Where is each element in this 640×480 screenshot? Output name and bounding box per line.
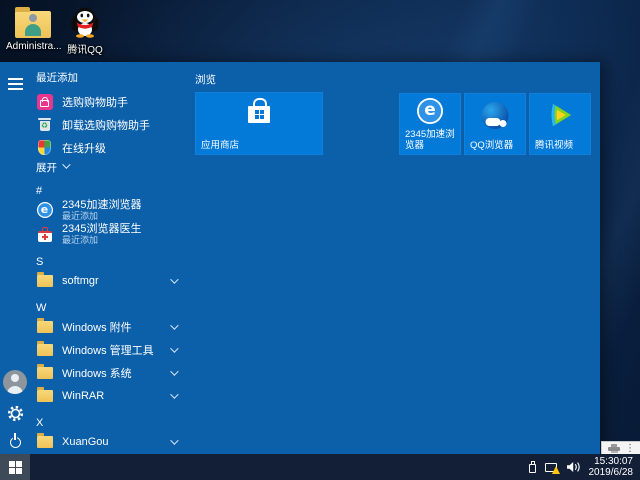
section-header-s[interactable]: S xyxy=(36,254,186,269)
chevron-down-icon xyxy=(170,321,178,329)
chevron-down-icon xyxy=(170,367,178,375)
usb-device-icon[interactable] xyxy=(529,464,536,473)
volume-icon[interactable] xyxy=(566,461,580,473)
first-aid-kit-icon xyxy=(37,227,52,242)
power-button[interactable] xyxy=(0,428,30,456)
tile-tencent-video[interactable]: 腾讯视频 xyxy=(529,93,591,155)
user-avatar-icon xyxy=(3,370,27,394)
section-header-w[interactable]: W xyxy=(36,300,186,315)
chevron-down-icon xyxy=(170,390,178,398)
app-item-2345-browser-doctor[interactable]: 2345浏览器医生 最近添加 xyxy=(36,222,186,246)
chevron-down-icon xyxy=(170,436,178,444)
folder-icon xyxy=(37,436,53,448)
folder-icon xyxy=(37,321,53,333)
chevron-down-icon xyxy=(170,344,178,352)
tile-qq-browser[interactable]: QQ浏览器 xyxy=(464,93,526,155)
printer-icon xyxy=(608,444,620,453)
qq-penguin-icon xyxy=(70,5,100,38)
windows-logo-icon xyxy=(9,461,22,474)
desktop-icon-label: Administra... xyxy=(6,41,60,52)
hamburger-icon xyxy=(8,78,23,80)
user-account-button[interactable] xyxy=(0,368,30,396)
microsoft-store-icon xyxy=(248,106,270,123)
folder-item-xuangou[interactable]: XuanGou xyxy=(36,430,186,453)
tiles-group-header: 浏览 xyxy=(195,72,216,87)
system-tray: 15:30:07 2019/6/28 xyxy=(529,454,640,480)
more-options-icon[interactable]: ⋮ xyxy=(625,444,635,454)
gear-icon xyxy=(7,405,24,422)
shopping-bag-icon xyxy=(37,94,53,110)
folder-item-windows-accessories[interactable]: Windows 附件 xyxy=(36,315,186,338)
taskbar: 15:30:07 2019/6/28 xyxy=(0,454,640,480)
expand-button[interactable]: 展开 xyxy=(36,159,186,175)
clock-date: 2019/6/28 xyxy=(589,467,634,479)
trash-recycle-icon: ♻ xyxy=(38,118,51,131)
2345-browser-icon: e xyxy=(417,98,443,124)
folder-item-winrar[interactable]: WinRAR xyxy=(36,384,186,407)
recently-added-header: 最近添加 xyxy=(36,70,186,84)
folder-item-softmgr[interactable]: softmgr xyxy=(36,269,186,292)
section-header-hash[interactable]: # xyxy=(36,183,186,198)
hamburger-menu-button[interactable] xyxy=(0,70,30,98)
power-icon xyxy=(10,437,21,448)
start-button[interactable] xyxy=(0,454,30,480)
clock-time: 15:30:07 xyxy=(589,456,634,468)
taskbar-clock[interactable]: 15:30:07 2019/6/28 xyxy=(589,456,636,479)
user-folder-icon xyxy=(15,11,51,38)
tile-2345-browser[interactable]: e 2345加速浏览器 xyxy=(399,93,461,155)
folder-icon xyxy=(37,275,53,287)
desktop: Administra... 腾讯QQ xyxy=(0,0,640,480)
qq-browser-icon xyxy=(482,102,509,129)
tiles-panel: 浏览 应用商店 e 2345加速浏览器 QQ浏览器 腾讯视频 xyxy=(195,62,595,454)
app-item-online-upgrade[interactable]: 在线升级 xyxy=(36,136,186,159)
folder-item-windows-system[interactable]: Windows 系统 xyxy=(36,361,186,384)
tile-app-store[interactable]: 应用商店 xyxy=(195,92,323,155)
2345-browser-icon: e xyxy=(37,202,53,218)
shield-icon xyxy=(38,140,51,155)
desktop-icon-tencent-qq[interactable]: 腾讯QQ xyxy=(58,6,112,56)
start-menu: 最近添加 选购购物助手 ♻ 卸载选购购物助手 在线升级 展开 # e xyxy=(0,62,600,454)
app-item-2345-browser[interactable]: e 2345加速浏览器 最近添加 xyxy=(36,198,186,222)
app-item-shopping-assistant[interactable]: 选购购物助手 xyxy=(36,90,186,113)
folder-icon xyxy=(37,367,53,379)
chevron-down-icon xyxy=(170,275,178,283)
section-header-x[interactable]: X xyxy=(36,415,186,430)
folder-icon xyxy=(37,390,53,402)
folder-icon xyxy=(37,344,53,356)
app-list: 最近添加 选购购物助手 ♻ 卸载选购购物助手 在线升级 展开 # e xyxy=(36,62,186,453)
folder-item-windows-admin-tools[interactable]: Windows 管理工具 xyxy=(36,338,186,361)
desktop-icon-label: 腾讯QQ xyxy=(58,41,112,56)
desktop-icon-administrator[interactable]: Administra... xyxy=(6,6,60,52)
start-menu-rail xyxy=(0,62,30,454)
tencent-video-icon xyxy=(546,101,574,129)
network-warning-icon[interactable] xyxy=(545,463,557,472)
chevron-down-icon xyxy=(62,160,70,168)
settings-button[interactable] xyxy=(0,399,30,427)
app-item-uninstall-assistant[interactable]: ♻ 卸载选购购物助手 xyxy=(36,113,186,136)
